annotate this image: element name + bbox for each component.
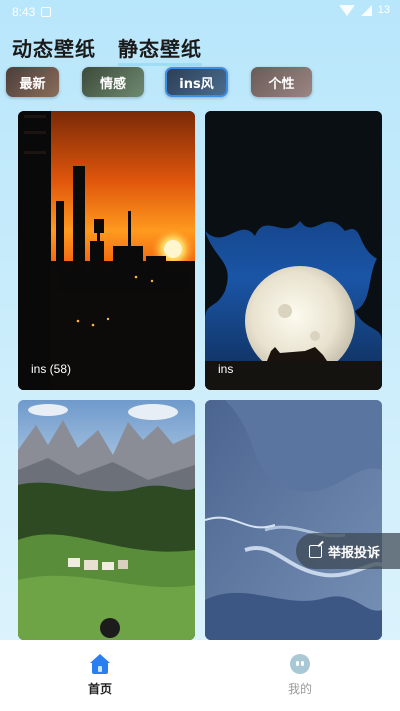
wallpaper-card[interactable]: ins (205, 111, 382, 390)
chip-ins-style[interactable]: ins风 (165, 67, 228, 97)
chip-emotion[interactable]: 情感 (82, 67, 144, 97)
nav-mine-label: 我的 (287, 682, 312, 696)
home-icon (90, 654, 110, 674)
status-bar: 8:43 13 (0, 0, 400, 24)
sunset-city-image (18, 111, 195, 390)
mountain-valley-image (18, 400, 195, 640)
wallpaper-type-tabs: 动态壁纸 静态壁纸 (12, 33, 202, 66)
report-complaint-button[interactable]: 举报投诉 (296, 533, 400, 569)
chip-personality[interactable]: 个性 (251, 67, 312, 97)
wallpaper-card[interactable] (205, 400, 382, 640)
aerial-coast-image (205, 400, 382, 640)
tab-static-wallpaper[interactable]: 静态壁纸 (118, 33, 202, 66)
edit-icon (309, 544, 322, 558)
nav-mine[interactable]: 我的 (200, 640, 400, 711)
nav-home[interactable]: 首页 (0, 640, 200, 711)
category-chips: 最新 情感 ins风 个性 (0, 67, 400, 99)
report-label: 举报投诉 (328, 545, 381, 561)
status-time: 8:43 (12, 5, 36, 19)
chip-latest[interactable]: 最新 (6, 67, 59, 97)
signal-icon (360, 4, 372, 16)
card-label: ins (58) (31, 362, 72, 376)
wifi-icon (338, 4, 355, 16)
wallpaper-card[interactable]: ins (58) (18, 111, 195, 390)
card-label: ins (218, 362, 234, 376)
battery-level: 13 (377, 4, 390, 16)
profile-icon (290, 654, 310, 674)
status-right: 13 (338, 4, 390, 16)
bottom-nav: 首页 我的 (0, 640, 400, 711)
moon-tree-image (205, 111, 382, 390)
tab-live-wallpaper[interactable]: 动态壁纸 (12, 33, 96, 66)
nav-home-label: 首页 (87, 682, 112, 696)
wallpaper-card[interactable] (18, 400, 195, 640)
notification-icon (41, 7, 52, 17)
